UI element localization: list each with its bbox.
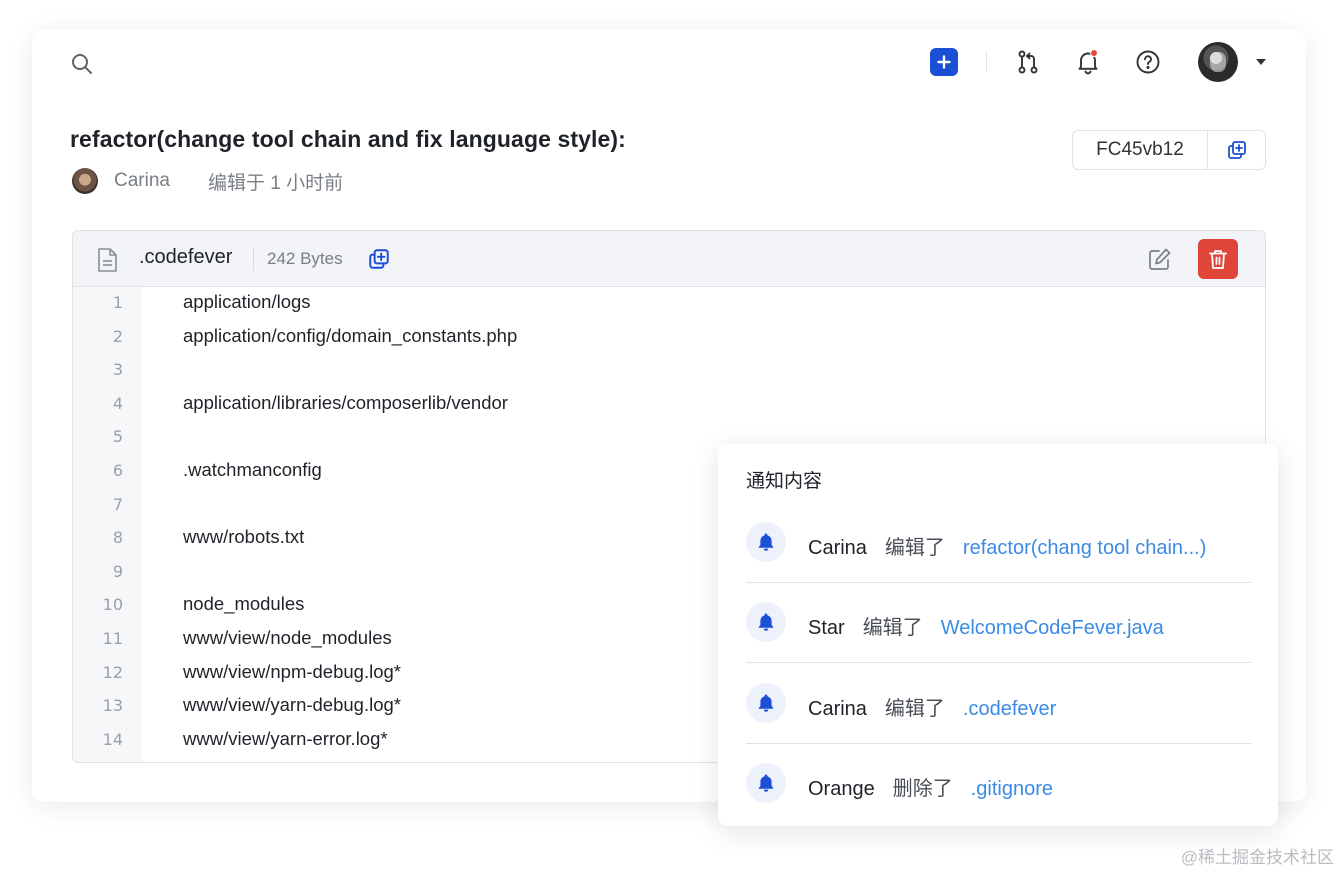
search-icon[interactable] [70,52,94,76]
trash-icon [1209,250,1227,269]
line-text: node_modules [183,593,305,615]
notification-item[interactable]: Carina 编辑了 .codefever [746,664,1252,744]
edited-time: 编辑于 1 小时前 [207,172,344,194]
notification-target-link[interactable]: refactor(chang tool chain...) [963,537,1206,559]
line-number: 4 [112,393,123,413]
notification-user[interactable]: Orange [808,778,875,800]
author-avatar[interactable] [72,168,98,194]
line-number: 12 [102,662,123,682]
line-text: application/logs [183,291,311,312]
user-avatar[interactable] [1198,42,1238,82]
line-number: 2 [112,326,123,346]
line-number: 6 [112,461,123,480]
commit-hash-box: FC45vb12 [1072,130,1266,170]
bell-icon [746,683,786,723]
notification-bell-icon[interactable] [1074,48,1102,76]
file-header-divider [253,247,254,271]
line-text: application/config/domain_constants.php [183,324,518,346]
line-number: 10 [102,595,123,615]
file-icon [95,247,119,273]
code-line: 3 [73,354,1265,388]
line-text: application/libraries/composerlib/vendor [183,391,508,413]
notification-user[interactable]: Carina [808,698,867,720]
plus-icon [937,55,951,69]
help-icon[interactable] [1134,48,1162,76]
line-text: .watchmanconfig [183,459,322,480]
notification-action: 编辑了 [862,617,923,639]
line-number: 5 [112,427,123,447]
edit-icon[interactable] [1147,246,1173,272]
line-number: 9 [112,561,123,581]
notification-target-link[interactable]: .codefever [963,698,1056,720]
commit-meta: Carina 编辑于 1 小时前 [72,168,343,194]
bell-icon [746,602,786,642]
line-number: 8 [112,528,123,548]
code-line: 2 application/config/domain_constants.php [73,321,1265,355]
add-button[interactable] [930,48,958,76]
watermark: @稀土掘金技术社区 [1180,848,1334,867]
chevron-down-icon[interactable] [1256,59,1266,65]
notification-action: 编辑了 [884,698,945,720]
code-line: 4 application/libraries/composerlib/vendo… [73,388,1265,422]
code-line: 1 application/logs [73,287,1265,321]
notification-dot [1090,49,1098,57]
notification-target-link[interactable]: .gitignore [971,778,1053,800]
bell-icon [746,522,786,562]
notification-item[interactable]: Orange 删除了 .gitignore [746,744,1252,824]
top-bar [32,30,1306,96]
line-text: www/view/npm-debug.log* [183,660,401,682]
notification-action: 删除了 [892,778,953,800]
file-size: 242 Bytes [267,249,343,268]
line-text: www/robots.txt [183,526,305,548]
notification-text: Carina 编辑了 refactor(chang tool chain...) [808,531,1206,560]
notification-panel-title: 通知内容 [746,471,823,492]
line-text: www/view/node_modules [183,627,392,648]
copy-file-icon[interactable] [367,247,391,271]
delete-button[interactable] [1198,239,1238,279]
notification-user[interactable]: Carina [808,537,867,559]
line-number: 7 [112,494,123,514]
line-number: 11 [102,629,123,648]
notification-text: Star 编辑了 WelcomeCodeFever.java [808,611,1164,640]
notification-text: Carina 编辑了 .codefever [808,692,1056,721]
line-number: 1 [112,293,123,312]
file-header: .codefever 242 Bytes [73,231,1265,287]
commit-hash[interactable]: FC45vb12 [1073,131,1208,169]
notification-action: 编辑了 [884,537,945,559]
file-name: .codefever [139,246,233,268]
line-text: www/view/yarn-debug.log* [183,694,401,716]
copy-icon [1227,141,1246,159]
line-number: 13 [102,696,123,716]
line-number: 3 [112,360,123,380]
line-number: 14 [102,729,123,749]
notification-text: Orange 删除了 .gitignore [808,772,1053,801]
author-name[interactable]: Carina [114,170,170,192]
notification-panel: 通知内容 Carina 编辑了 refactor(chang tool chain.… [718,444,1278,826]
toolbar-divider [986,52,987,72]
pull-request-icon[interactable] [1014,48,1042,76]
copy-hash-button[interactable] [1208,131,1265,169]
bell-icon [746,763,786,803]
line-text: www/view/yarn-error.log* [183,727,388,749]
notification-target-link[interactable]: WelcomeCodeFever.java [941,617,1164,639]
notification-user[interactable]: Star [808,617,845,639]
notification-item[interactable]: Carina 编辑了 refactor(chang tool chain...) [746,503,1252,583]
notification-item[interactable]: Star 编辑了 WelcomeCodeFever.java [746,583,1252,663]
commit-title: refactor(change tool chain and fix langu… [70,126,626,152]
